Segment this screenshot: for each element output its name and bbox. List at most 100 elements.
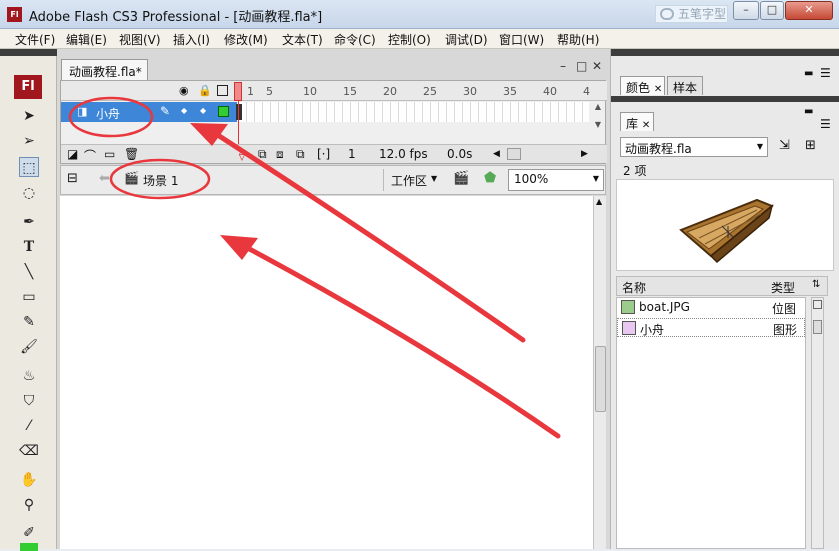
- rectangle-tool-icon[interactable]: ▭: [19, 287, 39, 307]
- layer-row[interactable]: ◨ 小舟 ✎ ◆ ◆: [61, 102, 237, 122]
- workspace-menu[interactable]: 工作区: [391, 172, 427, 189]
- toolbox-drag-strip[interactable]: [0, 49, 57, 56]
- edit-symbol-icon[interactable]: ⬟: [484, 170, 496, 186]
- hand-tool-icon[interactable]: ✋: [19, 470, 39, 490]
- playhead[interactable]: [234, 82, 242, 101]
- lasso-tool-icon[interactable]: ◌: [19, 183, 39, 203]
- library-select-arrow-icon[interactable]: ▼: [757, 142, 763, 151]
- outline-icon[interactable]: [217, 85, 228, 96]
- zoom-arrow-icon[interactable]: ▼: [593, 174, 599, 183]
- free-transform-tool-icon[interactable]: ⬚: [19, 157, 39, 177]
- timeline-toggle-icon[interactable]: ⊟: [67, 171, 78, 186]
- visibility-dot[interactable]: ◆: [181, 106, 187, 115]
- stage-canvas[interactable]: [60, 196, 593, 549]
- ink-bottle-tool-icon[interactable]: ♨: [19, 366, 39, 386]
- current-frame: 1: [348, 147, 356, 161]
- library-item[interactable]: boat.JPG 位图: [617, 298, 805, 317]
- panel-menu-icon[interactable]: ☰: [820, 66, 831, 80]
- edit-scene-icon[interactable]: 🎬: [453, 171, 469, 186]
- eyedropper-tool-icon[interactable]: ⁄: [19, 416, 39, 436]
- workspace-arrow-icon[interactable]: ▼: [431, 174, 437, 183]
- column-name[interactable]: 名称: [622, 279, 646, 296]
- stage-scroll-thumb[interactable]: [595, 346, 606, 412]
- line-tool-icon[interactable]: ╲: [19, 262, 39, 282]
- pencil-tool-icon[interactable]: ✎: [19, 312, 39, 332]
- onion-markers-icon[interactable]: [·]: [317, 147, 330, 161]
- menu-debug[interactable]: 调试(D): [445, 31, 488, 48]
- stage-vertical-scrollbar[interactable]: ▲: [593, 196, 606, 549]
- menu-insert[interactable]: 插入(I): [173, 31, 210, 48]
- library-item[interactable]: 小舟 图形: [617, 318, 805, 337]
- tab-color[interactable]: 颜色 ✕: [620, 76, 665, 95]
- menu-file[interactable]: 文件(F): [15, 31, 55, 48]
- column-type[interactable]: 类型: [771, 279, 795, 296]
- keyframe[interactable]: [236, 104, 242, 120]
- menu-window[interactable]: 窗口(W): [499, 31, 544, 48]
- text-tool-icon[interactable]: T: [19, 237, 39, 257]
- tab-library[interactable]: 库 ✕: [620, 112, 654, 131]
- menu-help[interactable]: 帮助(H): [557, 31, 599, 48]
- minimize-button[interactable]: –: [733, 1, 759, 20]
- library-scroll-thumb[interactable]: [813, 320, 822, 334]
- doc-restore-button[interactable]: □: [576, 59, 587, 73]
- menu-control[interactable]: 控制(O): [388, 31, 431, 48]
- tab-swatches[interactable]: 样本: [667, 76, 703, 95]
- lock-icon[interactable]: 🔒: [198, 84, 212, 97]
- lock-dot[interactable]: ◆: [200, 106, 206, 115]
- frame-cells[interactable]: [239, 102, 589, 122]
- ruler-number: 15: [343, 85, 357, 98]
- edit-multiple-icon[interactable]: ⧉: [296, 147, 305, 162]
- library-minimize-icon[interactable]: ▬: [804, 106, 813, 117]
- library-tab-close-icon[interactable]: ✕: [642, 120, 650, 131]
- add-guide-icon[interactable]: ⌒: [84, 147, 96, 164]
- menu-commands[interactable]: 命令(C): [334, 31, 376, 48]
- eye-icon[interactable]: ◉: [179, 84, 189, 97]
- close-button[interactable]: ✕: [785, 1, 833, 20]
- new-library-icon[interactable]: ⊞: [805, 138, 816, 153]
- paint-bucket-tool-icon[interactable]: ⛉: [19, 391, 39, 411]
- layer-outline-color[interactable]: [218, 106, 229, 117]
- bitmap-icon: [621, 300, 635, 314]
- pin-library-icon[interactable]: ⇲: [779, 138, 790, 153]
- menu-view[interactable]: 视图(V): [119, 31, 161, 48]
- scroll-up-icon[interactable]: ▲: [596, 197, 602, 206]
- doc-minimize-button[interactable]: –: [560, 59, 566, 73]
- document-tab[interactable]: 动画教程.fla*: [61, 59, 148, 80]
- library-menu-icon[interactable]: ☰: [820, 117, 831, 131]
- sort-icon[interactable]: ⇅: [812, 279, 820, 290]
- insert-layer-icon[interactable]: ◪: [67, 147, 78, 161]
- pen-tool-icon[interactable]: ✒: [19, 212, 39, 232]
- library-scrollbar[interactable]: [811, 297, 824, 549]
- brush-tool-icon[interactable]: 🖌: [19, 337, 39, 357]
- menu-modify[interactable]: 修改(M): [224, 31, 268, 48]
- onion-outline-icon[interactable]: ⧈: [276, 147, 284, 162]
- scroll-right-icon[interactable]: ▶: [581, 149, 588, 159]
- stroke-color-icon[interactable]: ✐: [19, 523, 39, 543]
- subselection-tool-icon[interactable]: ➢: [19, 131, 39, 151]
- layer-name[interactable]: 小舟: [96, 105, 120, 122]
- scroll-left-icon[interactable]: ◀: [493, 149, 500, 159]
- onion-skin-icon[interactable]: ⧉: [258, 147, 267, 162]
- timeline-h-thumb[interactable]: [507, 148, 521, 160]
- library-scroll-box[interactable]: [813, 300, 822, 309]
- library-document-select[interactable]: 动画教程.fla ▼: [620, 137, 768, 157]
- back-arrow-icon[interactable]: ⬅: [99, 171, 110, 186]
- menu-edit[interactable]: 编辑(E): [66, 31, 107, 48]
- eraser-tool-icon[interactable]: ⌫: [19, 441, 39, 461]
- doc-close-button[interactable]: ✕: [592, 59, 602, 73]
- zoom-tool-icon[interactable]: ⚲: [19, 495, 39, 515]
- panel-drag-strip[interactable]: [611, 49, 839, 56]
- selection-tool-icon[interactable]: ➤: [19, 106, 39, 126]
- delete-layer-icon[interactable]: 🗑: [124, 147, 139, 161]
- maximize-button[interactable]: □: [760, 1, 784, 20]
- tab-close-icon[interactable]: ✕: [654, 84, 662, 95]
- document-area: 动画教程.fla* – □ ✕ ◉ 🔒 1 5 10 15 20 25 30 3…: [57, 49, 610, 549]
- insert-folder-icon[interactable]: ▭: [104, 147, 115, 161]
- timeline-scroll[interactable]: ▲ ▼: [591, 102, 605, 132]
- fill-color-swatch[interactable]: [20, 543, 38, 551]
- scene-label[interactable]: 场景 1: [143, 172, 178, 189]
- center-frame-icon[interactable]: ⟠: [239, 147, 245, 161]
- zoom-select[interactable]: 100% ▼: [508, 169, 604, 191]
- menu-text[interactable]: 文本(T): [282, 31, 323, 48]
- panel-minimize-icon[interactable]: ▬: [804, 68, 813, 79]
